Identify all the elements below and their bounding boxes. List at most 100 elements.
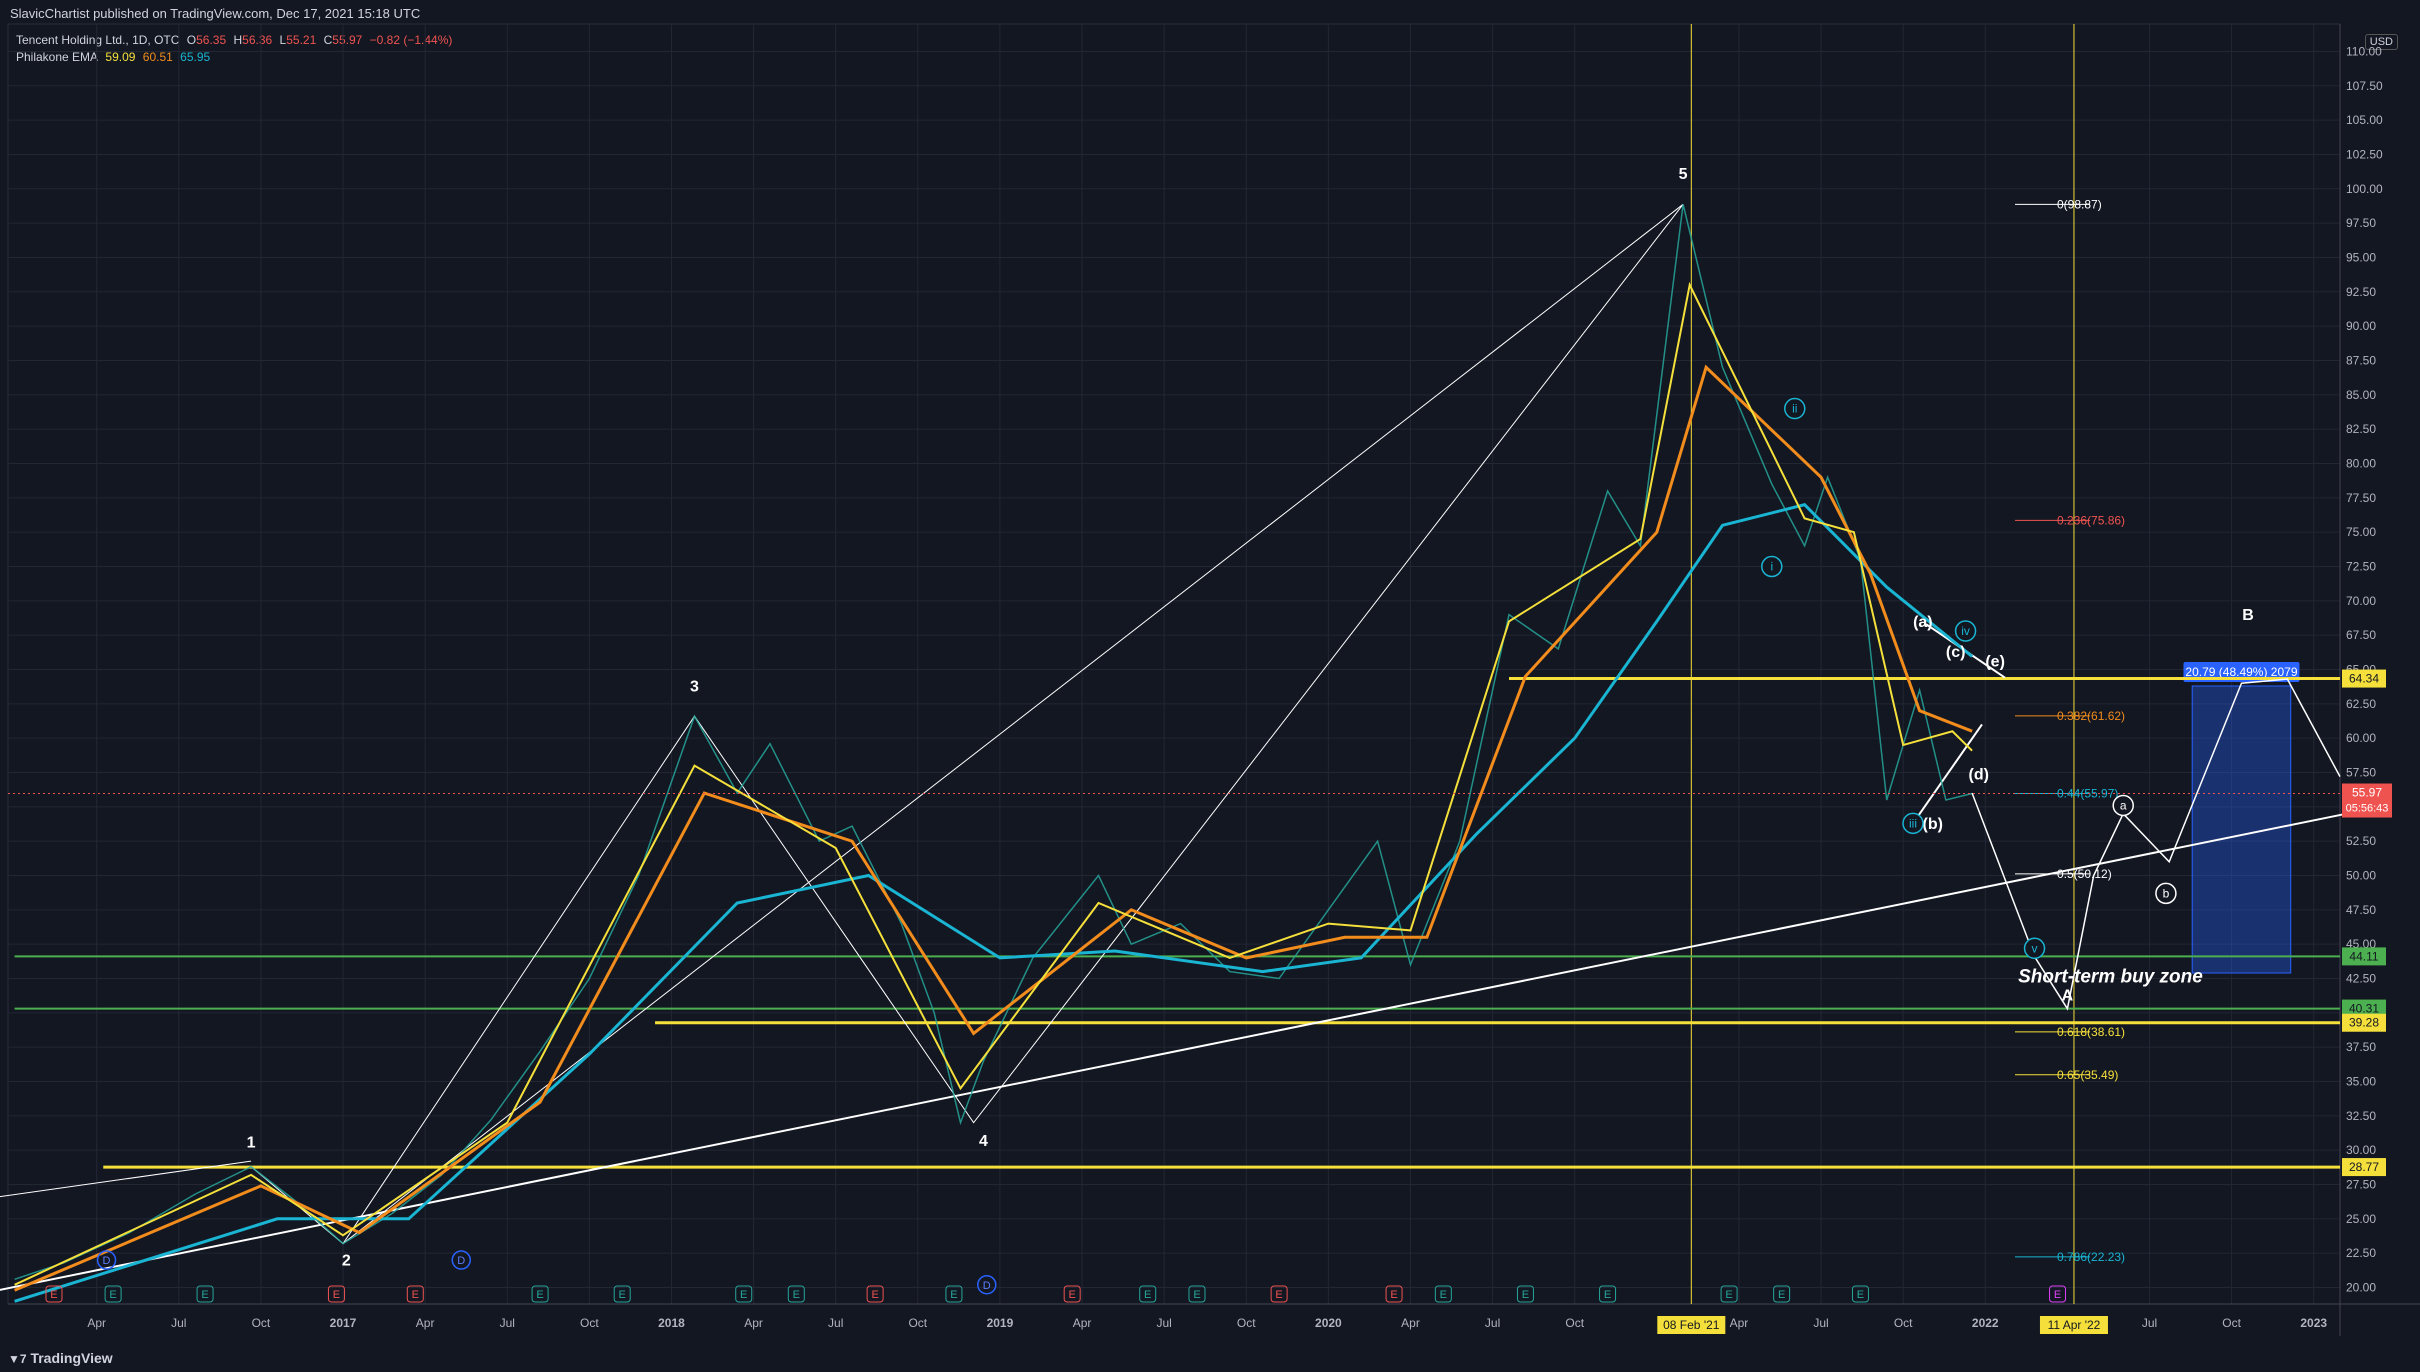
level-label: 39.28 — [2349, 1016, 2379, 1030]
y-tick-label: 30.00 — [2346, 1143, 2376, 1157]
y-tick-label: 82.50 — [2346, 422, 2376, 436]
y-tick-label: 90.00 — [2346, 319, 2376, 333]
circled-wave-label: b — [2163, 886, 2170, 900]
earnings-marker-label: E — [201, 1289, 208, 1301]
wave-label: 2 — [342, 1253, 351, 1270]
fib-level-label: 0.65(35.49) — [2057, 1068, 2118, 1082]
fib-level-label: 0.236(75.86) — [2057, 513, 2125, 527]
y-tick-label: 20.00 — [2346, 1281, 2376, 1295]
earnings-marker-label: E — [1778, 1289, 1785, 1301]
dividend-marker-label: D — [103, 1255, 111, 1267]
dividend-marker-label: D — [457, 1255, 465, 1267]
y-tick-label: 35.00 — [2346, 1075, 2376, 1089]
x-tick-label: 2019 — [987, 1316, 1014, 1330]
earnings-marker-label: E — [950, 1289, 957, 1301]
y-tick-label: 110.00 — [2346, 44, 2382, 58]
y-tick-label: 52.50 — [2346, 834, 2376, 848]
x-tick-label: 2023 — [2300, 1316, 2327, 1330]
x-tick-label: 2022 — [1972, 1316, 1999, 1330]
dividend-marker-label: D — [983, 1280, 991, 1292]
x-tick-label: Jul — [171, 1316, 186, 1330]
measure-label: 20.79 (48.49%) 2079 — [2185, 665, 2297, 679]
level-label: 44.11 — [2349, 949, 2378, 963]
earnings-marker-label: E — [1725, 1289, 1732, 1301]
y-tick-label: 37.50 — [2346, 1040, 2376, 1054]
y-tick-label: 87.50 — [2346, 353, 2376, 367]
y-tick-label: 97.50 — [2346, 216, 2376, 230]
wave-label: B — [2242, 607, 2254, 624]
tradingview-brand: TradingView — [30, 1350, 113, 1366]
x-tick-label: Oct — [252, 1316, 271, 1330]
buy-zone-annotation: Short-term buy zone — [2018, 967, 2203, 988]
wave-label: A — [2062, 987, 2074, 1004]
earnings-marker-label: E — [1522, 1289, 1529, 1301]
circled-wave-label: i — [1770, 559, 1773, 573]
y-tick-label: 95.00 — [2346, 250, 2376, 264]
y-tick-label: 62.50 — [2346, 697, 2376, 711]
ema-mid-line — [14, 364, 1973, 1292]
level-label: 40.31 — [2349, 1002, 2379, 1016]
wave-label: (d) — [1968, 766, 1988, 783]
x-tick-label: Jul — [1156, 1316, 1171, 1330]
wave-label: 4 — [979, 1133, 988, 1150]
earnings-marker-label: E — [1604, 1289, 1611, 1301]
x-tick-label: Oct — [908, 1316, 927, 1330]
earnings-marker-label: E — [109, 1289, 116, 1301]
earnings-marker-label: E — [1069, 1289, 1076, 1301]
y-tick-label: 67.50 — [2346, 628, 2376, 642]
y-tick-label: 100.00 — [2346, 182, 2383, 196]
earnings-marker-label: E — [1275, 1289, 1282, 1301]
x-tick-label: 2020 — [1315, 1316, 1342, 1330]
x-tick-label: Oct — [580, 1316, 599, 1330]
y-tick-label: 85.00 — [2346, 388, 2376, 402]
fib-level-label: 0.5(50.12) — [2057, 867, 2112, 881]
earnings-marker-label: E — [1440, 1289, 1447, 1301]
earnings-marker-label: E — [793, 1289, 800, 1301]
x-tick-label: 2017 — [330, 1316, 357, 1330]
wave-label: 5 — [1679, 166, 1688, 183]
x-tick-label: Apr — [416, 1316, 435, 1330]
x-tick-label: Jul — [500, 1316, 515, 1330]
countdown-label: 05:56:43 — [2346, 803, 2389, 815]
y-tick-label: 105.00 — [2346, 113, 2383, 127]
tradingview-logo-icon: ▼7 — [8, 1352, 27, 1366]
x-tick-label: Jul — [1485, 1316, 1500, 1330]
level-label: 28.77 — [2349, 1160, 2379, 1174]
level-label: 64.34 — [2349, 672, 2379, 686]
earnings-marker-label: E — [333, 1289, 340, 1301]
y-tick-label: 60.00 — [2346, 731, 2376, 745]
y-tick-label: 75.00 — [2346, 525, 2376, 539]
current-price-label: 55.97 — [2352, 786, 2382, 800]
x-tick-label: Apr — [1730, 1316, 1749, 1330]
earnings-marker-label: E — [1193, 1289, 1200, 1301]
price-chart[interactable]: 20.00 22.50 25.00 27.50 30.00 32.50 35.00 37.50… — [0, 0, 2420, 1372]
tradingview-chart-page: SlavicChartist published on TradingView.… — [0, 0, 2420, 1372]
y-tick-label: 80.00 — [2346, 456, 2376, 470]
y-tick-label: 22.50 — [2346, 1246, 2376, 1260]
ema-slow-line — [14, 503, 1974, 1303]
y-tick-label: 77.50 — [2346, 491, 2376, 505]
wave-label: (c) — [1946, 644, 1966, 661]
earnings-marker-label: E — [1144, 1289, 1151, 1301]
earnings-marker-label: E — [740, 1289, 747, 1301]
wave-label: (e) — [1985, 654, 2005, 671]
y-tick-label: 107.50 — [2346, 79, 2383, 93]
y-tick-label: 72.50 — [2346, 559, 2376, 573]
fib-level-label: 0(98.87) — [2057, 197, 2102, 211]
earnings-marker-label: E — [2054, 1289, 2061, 1301]
x-tick-label: Jul — [828, 1316, 843, 1330]
x-tick-label: 2018 — [658, 1316, 685, 1330]
y-tick-label: 102.50 — [2346, 147, 2383, 161]
wave-label: (a) — [1913, 614, 1933, 631]
x-tick-label: Apr — [1401, 1316, 1420, 1330]
y-tick-label: 50.00 — [2346, 869, 2376, 883]
earnings-marker-label: E — [412, 1289, 419, 1301]
earnings-marker-label: E — [536, 1289, 543, 1301]
y-tick-label: 27.50 — [2346, 1178, 2376, 1192]
tradingview-logo[interactable]: ▼7 TradingView — [8, 1350, 113, 1366]
y-tick-label: 92.50 — [2346, 285, 2376, 299]
circled-wave-label: iii — [1909, 816, 1917, 830]
date-marker-label: 11 Apr '22 — [2048, 1318, 2101, 1332]
wave-label: 1 — [247, 1134, 256, 1151]
earnings-marker-label: E — [1390, 1289, 1397, 1301]
